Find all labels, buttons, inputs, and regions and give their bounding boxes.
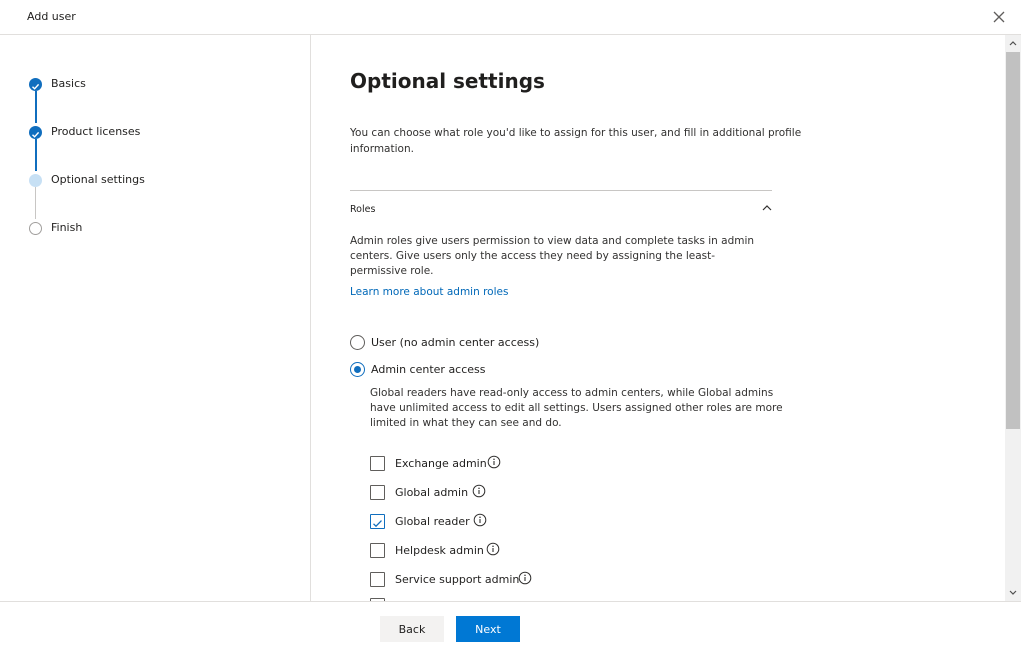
roles-description: Admin roles give users permission to vie… xyxy=(350,235,755,277)
checkbox[interactable] xyxy=(370,514,385,529)
checkbox-service-support-admin[interactable]: Service support admin xyxy=(370,571,550,590)
radio-label: User (no admin center access) xyxy=(371,336,540,349)
step-label: Optional settings xyxy=(51,173,145,186)
checkbox-label: Exchange admin xyxy=(395,457,487,470)
pending-step-icon xyxy=(29,222,42,235)
dialog-title: Add user xyxy=(27,10,76,23)
main-content: Optional settings You can choose what ro… xyxy=(312,35,1005,601)
radio-label: Admin center access xyxy=(371,363,486,376)
intro-text: You can choose what role you'd like to a… xyxy=(350,127,802,155)
step-connector xyxy=(35,187,36,219)
checkbox-global-admin[interactable]: Global admin xyxy=(370,484,530,503)
learn-more-admin-roles-link[interactable]: Learn more about admin roles xyxy=(350,286,508,298)
check-icon xyxy=(29,78,42,91)
current-step-icon xyxy=(29,174,42,187)
close-icon[interactable] xyxy=(990,8,1008,26)
checkbox-exchange-admin[interactable]: Exchange admin xyxy=(370,455,530,474)
chevron-up-icon[interactable] xyxy=(761,202,773,214)
checkbox-label: Global reader xyxy=(395,515,470,528)
checkbox[interactable] xyxy=(370,456,385,471)
back-button[interactable]: Back xyxy=(380,616,444,642)
section-divider xyxy=(350,190,772,191)
roles-section-title: Roles xyxy=(350,204,376,215)
checkbox-label: Helpdesk admin xyxy=(395,544,484,557)
admin-access-description: Global readers have read-only access to … xyxy=(370,387,783,429)
step-finish[interactable]: Finish xyxy=(0,219,300,239)
step-optional-settings[interactable]: Optional settings xyxy=(0,171,300,191)
info-icon[interactable] xyxy=(518,571,532,585)
step-connector xyxy=(35,139,37,171)
radio-user-no-admin[interactable]: User (no admin center access) xyxy=(350,335,550,353)
radio-admin-center-access[interactable]: Admin center access xyxy=(350,362,550,380)
step-label: Finish xyxy=(51,221,83,234)
checkbox[interactable] xyxy=(370,572,385,587)
checkbox[interactable] xyxy=(370,543,385,558)
check-icon xyxy=(29,126,42,139)
info-icon[interactable] xyxy=(472,484,486,498)
dialog-footer: Back Next xyxy=(0,601,1021,649)
checkmark-icon xyxy=(373,520,382,528)
dialog-header: Add user xyxy=(0,0,1021,35)
page-title: Optional settings xyxy=(350,69,545,93)
checkbox-global-reader[interactable]: Global reader xyxy=(370,513,530,532)
radio-button[interactable] xyxy=(350,335,365,350)
scroll-up-icon[interactable] xyxy=(1005,35,1021,51)
step-connector xyxy=(35,91,37,123)
scrollbar-thumb[interactable] xyxy=(1006,52,1020,429)
scroll-down-icon[interactable] xyxy=(1005,585,1021,601)
info-icon[interactable] xyxy=(473,513,487,527)
step-product-licenses[interactable]: Product licenses xyxy=(0,123,300,143)
radio-button[interactable] xyxy=(350,362,365,377)
checkbox-label: Service support admin xyxy=(395,573,520,586)
checkbox-label: Global admin xyxy=(395,486,469,499)
next-button[interactable]: Next xyxy=(456,616,520,642)
scrollbar[interactable] xyxy=(1005,35,1021,601)
wizard-stepper: Basics Product licenses Optional setting… xyxy=(0,35,311,601)
info-icon[interactable] xyxy=(487,455,501,469)
step-basics[interactable]: Basics xyxy=(0,75,300,95)
info-icon[interactable] xyxy=(486,542,500,556)
checkbox-helpdesk-admin[interactable]: Helpdesk admin xyxy=(370,542,530,561)
checkbox[interactable] xyxy=(370,485,385,500)
step-label: Product licenses xyxy=(51,125,141,138)
step-label: Basics xyxy=(51,77,86,90)
